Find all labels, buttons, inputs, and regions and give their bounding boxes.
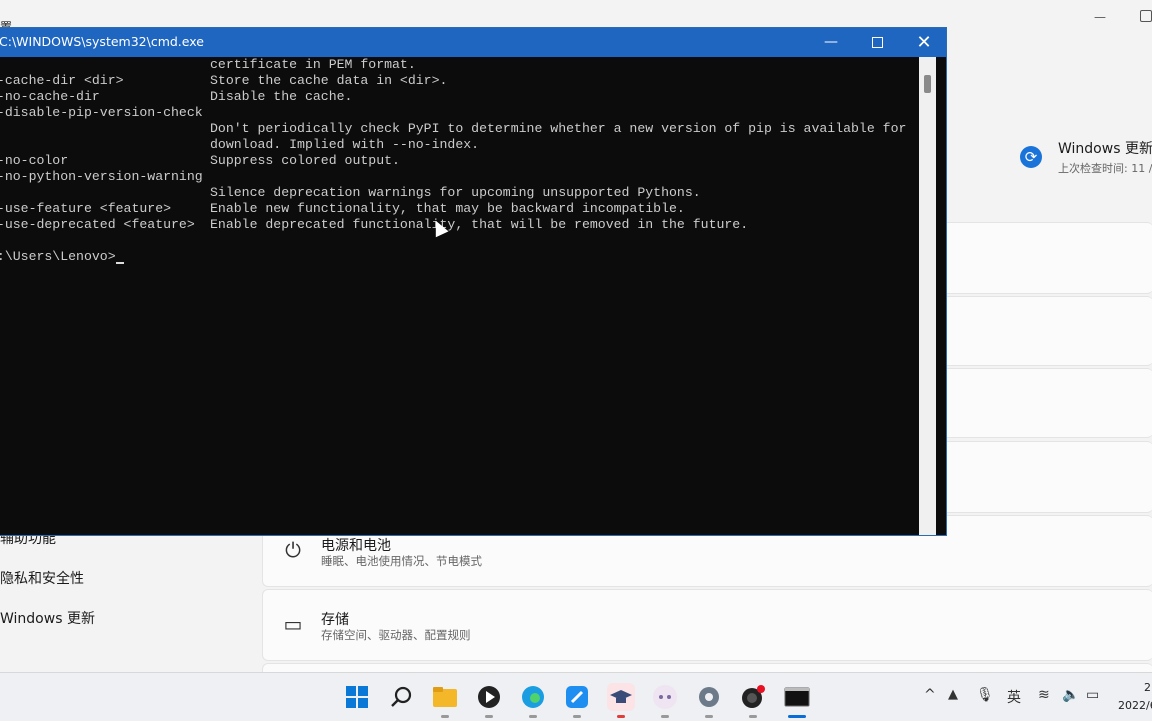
- cmd-titlebar[interactable]: C:\WINDOWS\system32\cmd.exe — ✕: [0, 28, 946, 57]
- console-line: --no-python-version-warning: [0, 169, 203, 184]
- obs-icon[interactable]: [739, 683, 767, 711]
- console-line: --cache-dir <dir> Store the cache data in…: [0, 73, 448, 88]
- cmd-window-title: C:\WINDOWS\system32\cmd.exe: [0, 34, 204, 49]
- storage-icon: ▭: [283, 612, 303, 636]
- update-title: Windows 更新: [1058, 141, 1152, 157]
- settings-maximize-button[interactable]: [1140, 10, 1152, 22]
- running-indicator: [441, 715, 449, 718]
- battery-icon[interactable]: ▭: [1086, 687, 1099, 703]
- running-indicator: [485, 715, 493, 718]
- wifi-icon[interactable]: ≋: [1038, 687, 1050, 703]
- console-output[interactable]: certificate in PEM format. --cache-dir <…: [0, 57, 929, 535]
- maximize-button[interactable]: [854, 28, 900, 57]
- card-title: 存储: [321, 612, 349, 628]
- console-line: --no-cache-dir Disable the cache.: [0, 89, 353, 104]
- settings-minimize-button[interactable]: —: [1094, 10, 1108, 24]
- anime-app-icon[interactable]: [651, 683, 679, 711]
- console-line: --use-deprecated <feature> Enable depreca…: [0, 217, 749, 232]
- running-indicator: [573, 715, 581, 718]
- console-line: --no-colorSuppress colored output.: [0, 153, 400, 168]
- media-player-icon[interactable]: [475, 683, 503, 711]
- nav-item-windows-update[interactable]: Windows 更新: [0, 608, 95, 628]
- settings-icon[interactable]: [695, 683, 723, 711]
- cmd-window[interactable]: C:\WINDOWS\system32\cmd.exe — ✕ certific…: [0, 27, 947, 536]
- volume-icon[interactable]: 🔈: [1062, 687, 1079, 703]
- edge-icon[interactable]: [519, 683, 547, 711]
- tray-app-icon[interactable]: ▲: [948, 687, 958, 702]
- running-indicator: [617, 715, 625, 718]
- active-indicator: [788, 715, 806, 718]
- taskbar: ^ ▲ 🎙 英 ≋ 🔈 ▭ 2 2022/6: [0, 672, 1152, 721]
- console-line: --use-feature <feature> Enable new functi…: [0, 201, 685, 216]
- card-subtitle: 存储空间、驱动器、配置规则: [321, 628, 471, 642]
- running-indicator: [749, 715, 757, 718]
- running-indicator: [529, 715, 537, 718]
- command-prompt[interactable]: C:\Users\Lenovo>: [0, 249, 124, 265]
- scrollbar-thumb[interactable]: [924, 75, 931, 93]
- console-line: --disable-pip-version-check: [0, 105, 203, 120]
- file-explorer-icon[interactable]: [431, 683, 459, 711]
- card-subtitle: 睡眠、电池使用情况、节电模式: [321, 554, 482, 568]
- ime-indicator[interactable]: 英: [1007, 687, 1021, 707]
- tray-chevron-icon[interactable]: ^: [924, 687, 936, 703]
- feishu-icon[interactable]: [563, 683, 591, 711]
- nav-item-privacy[interactable]: 隐私和安全性: [0, 568, 84, 588]
- minimize-button[interactable]: —: [808, 28, 854, 57]
- start-icon[interactable]: [343, 683, 371, 711]
- clock-time[interactable]: 2: [1144, 681, 1151, 694]
- scrollbar[interactable]: [919, 57, 936, 535]
- settings-card-storage[interactable]: ▭ 存储 存储空间、驱动器、配置规则: [262, 589, 1152, 661]
- power-icon: ⏻: [285, 538, 301, 562]
- terminal-icon[interactable]: [783, 683, 811, 711]
- update-subtitle: 上次检查时间: 11 /: [1058, 162, 1152, 175]
- running-indicator: [705, 715, 713, 718]
- card-title: 电源和电池: [321, 538, 391, 554]
- text-cursor: [115, 262, 124, 264]
- clock-date[interactable]: 2022/6: [1118, 699, 1152, 712]
- microphone-icon[interactable]: 🎙: [976, 687, 994, 703]
- close-button[interactable]: ✕: [901, 28, 947, 57]
- search-icon[interactable]: [387, 683, 415, 711]
- app-graduation-icon[interactable]: [607, 683, 635, 711]
- windows-update-status[interactable]: ⟳ Windows 更新 上次检查时间: 11 /: [1020, 138, 1152, 180]
- running-indicator: [661, 715, 669, 718]
- sync-icon: ⟳: [1020, 146, 1042, 168]
